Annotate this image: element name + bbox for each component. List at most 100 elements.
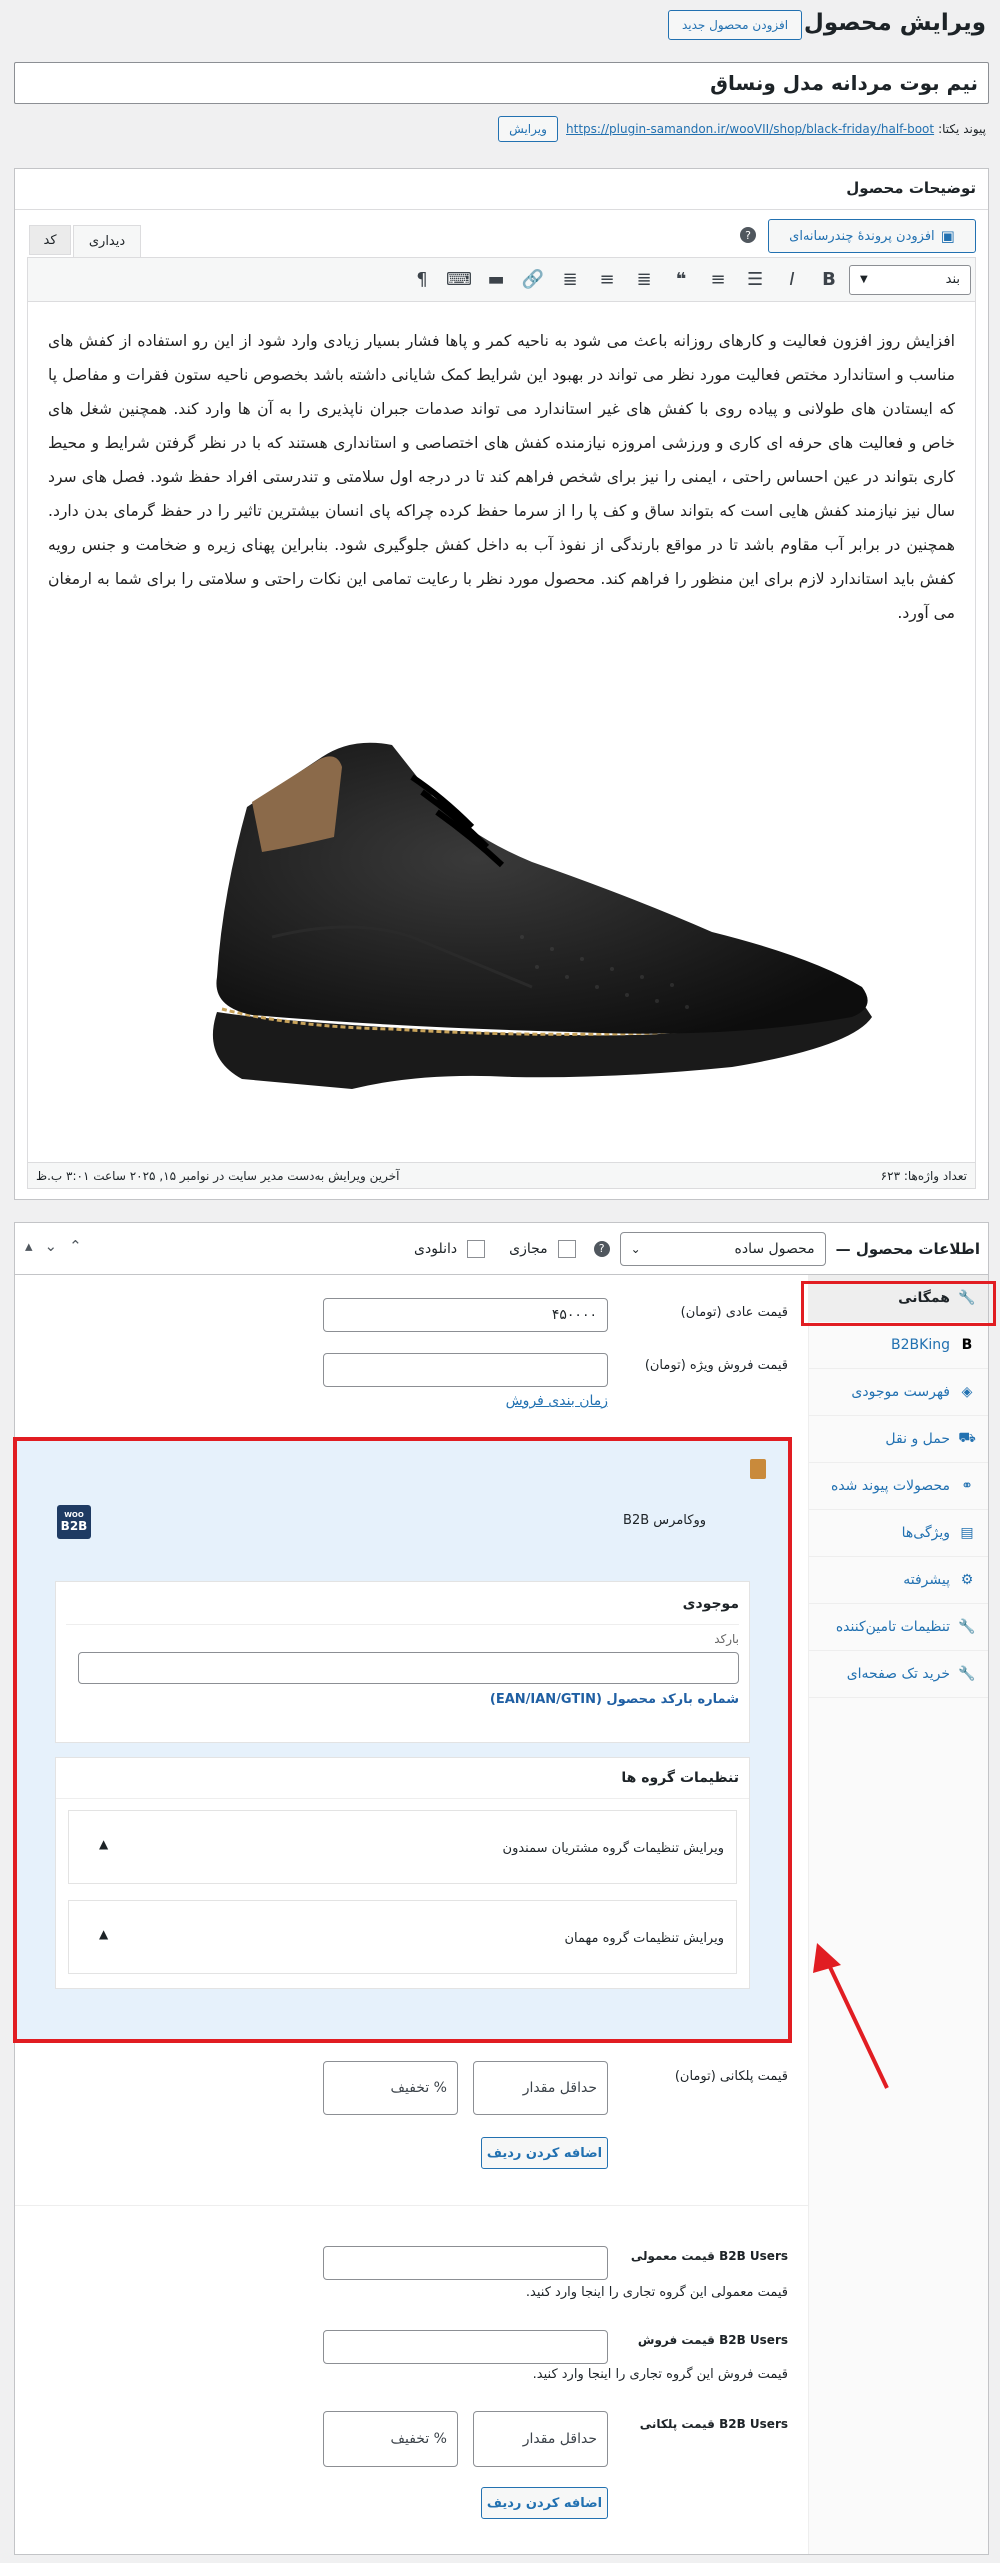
link-icon[interactable]: 🔗 [516,263,550,297]
description-heading: توضیحات محصول [846,179,976,197]
tab-label: B2BKing [891,1337,950,1353]
b2b-tiered-label: B2B Users قیمت پلکانی [639,2417,788,2431]
numbered-list-icon[interactable]: ≡ [701,263,735,297]
tab-label: محصولات پیوند شده [831,1478,950,1494]
tab-1[interactable]: B B2BKing [809,1322,988,1369]
product-data-header: اطلاعات محصول — محصول ساده ⌄ ? مجازی دان… [15,1223,988,1275]
editor-content[interactable]: افزایش روز افزون فعالیت و کارهای روزانه … [28,302,975,1162]
b2b-tiered-discount-input[interactable]: % تخفیف [323,2411,458,2467]
tab-6[interactable]: ⚙ پیشرفته [809,1557,988,1604]
product-image [92,687,912,1137]
product-data-tabs: 🔧 همگانی B B2BKing ◈ فهرست موجودی ⛟ حمل و نقل ⚭ م… [808,1275,988,2554]
tab-2[interactable]: ◈ فهرست موجودی [809,1369,988,1416]
groups-heading: تنظیمات گروه ها [621,1770,739,1786]
tab-label: حمل و نقل [885,1431,950,1447]
align-right-icon[interactable]: ≣ [553,263,587,297]
b2b-tiered-min-qty-input[interactable]: حداقل مقدار [473,2411,608,2467]
last-edit-info: آخرین ویرایش به‌دست مدیر سایت در نوامبر … [36,1168,400,1183]
media-icon: ▣ [940,227,955,245]
b2b-regular-price-help: قیمت معمولی این گروه تجاری را اینجا وارد… [525,2285,788,2300]
downloadable-label: دانلودی [414,1240,458,1257]
collapse-triangle-icon[interactable]: ▲ [99,1837,108,1851]
schedule-sale-link[interactable]: زمان بندی فروش [506,1393,608,1409]
tab-label: خرید تک صفحه‌ای [846,1666,950,1682]
gear-icon: ⚙ [960,1572,974,1588]
permalink-label: پیوند یکتا: [938,122,986,136]
collapse-triangle-icon[interactable]: ▲ [99,1927,108,1941]
tab-label: پیشرفته [903,1572,950,1588]
word-count: تعداد واژه‌ها: ۶۲۳ [880,1168,967,1183]
rtl-direction-icon[interactable]: ¶ [405,263,439,297]
b2b-regular-price-input[interactable] [323,2246,608,2280]
editor-toolbar: بند ▼ B I ☰ ≡ ❝ ≣ ≡ ≣ 🔗 ▬ ⌨ ¶ [28,258,975,302]
virtual-label: مجازی [509,1240,548,1257]
blockquote-icon[interactable]: ❝ [664,263,698,297]
group-accordion-1-label: ویرایش تنظیمات گروه مشتریان سمندون [502,1841,724,1856]
regular-price-value: ۴۵۰۰۰۰ [551,1307,597,1323]
product-title-input[interactable]: نیم بوت مردانه مدل ونساق [14,62,989,104]
virtual-checkbox[interactable] [557,1239,576,1258]
chevron-down-icon[interactable]: ⌄ [45,1237,58,1255]
tiered-discount-placeholder: % تخفیف [390,2080,448,2096]
product-data-heading: اطلاعات محصول — [835,1239,980,1258]
description-text: افزایش روز افزون فعالیت و کارهای روزانه … [48,332,955,622]
group-accordion-1[interactable]: ویرایش تنظیمات گروه مشتریان سمندون ▲ [68,1810,737,1884]
permalink-edit-button[interactable]: ویرایش [498,116,559,142]
add-new-product-button[interactable]: افزودن محصول جدید [668,10,802,40]
bullet-list-icon[interactable]: ☰ [738,263,772,297]
product-type-select[interactable]: محصول ساده ⌄ [619,1231,826,1266]
chevron-up-icon[interactable]: ⌃ [69,1237,82,1255]
tiered-add-row-button[interactable]: اضافه کردن ردیف [481,2137,608,2169]
italic-icon[interactable]: I [775,263,809,297]
align-left-icon[interactable]: ≣ [627,263,661,297]
b2b-tiered-min-qty-placeholder: حداقل مقدار [522,2431,597,2447]
b2b-clipboard-icon [750,1459,766,1479]
tab-code[interactable]: کد [29,225,71,255]
tab-7[interactable]: 🔧 تنظیمات تامین‌کننده [809,1604,988,1651]
b2bking-icon: B [961,1337,973,1353]
list-icon: ▤ [960,1525,974,1541]
b2b-title: ووکامرس B2B [623,1513,706,1528]
barcode-help: شماره بارکد محصول (EAN/IAN/GTIN) [489,1692,739,1707]
b2b-tiered-add-row-button[interactable]: اضافه کردن ردیف [481,2487,608,2519]
keyboard-icon[interactable]: ⌨ [442,263,476,297]
sale-price-input[interactable] [323,1353,608,1387]
b2b-sale-price-label: B2B Users قیمت فروش [637,2333,788,2347]
tiered-price-label: قیمت پلکانی (تومان) [674,2069,788,2084]
tiered-min-qty-placeholder: حداقل مقدار [522,2080,597,2096]
b2b-regular-price-label: B2B Users قیمت معمولی [630,2249,788,2263]
downloadable-checkbox[interactable] [467,1239,486,1258]
tag-icon: ◈ [961,1384,973,1400]
tab-4[interactable]: ⚭ محصولات پیوند شده [809,1463,988,1510]
barcode-input[interactable] [78,1652,739,1684]
help-icon[interactable]: ? [593,1240,610,1257]
tab-visual[interactable]: دیداری [73,225,141,257]
format-select[interactable]: بند ▼ [849,264,971,295]
tiered-discount-input[interactable]: % تخفیف [323,2061,458,2115]
regular-price-label: قیمت عادی (تومان) [680,1305,788,1320]
general-tab-highlight [801,1281,996,1326]
tab-8[interactable]: 🔧 خرید تک صفحه‌ای [809,1651,988,1698]
editor-frame: بند ▼ B I ☰ ≡ ❝ ≣ ≡ ≣ 🔗 ▬ ⌨ ¶ افزایش روز… [27,257,976,1189]
red-arrow-annotation [813,1943,889,2089]
b2b-highlight-frame: ووکامرس B2B WOO B2B موجودی بارکد شماره ب… [13,1437,792,2043]
shoe-illustration [212,742,872,1089]
bold-icon[interactable]: B [812,263,846,297]
permalink-url[interactable]: https://plugin-samandon.ir/wooVII/shop/b… [566,122,934,136]
b2b-sale-price-input[interactable] [323,2330,608,2364]
regular-price-input[interactable]: ۴۵۰۰۰۰ [323,1298,608,1332]
tab-3[interactable]: ⛟ حمل و نقل [809,1416,988,1463]
triangle-up-icon[interactable]: ▴ [25,1237,33,1255]
group-accordion-2-label: ویرایش تنظیمات گروه مهمان [564,1931,724,1946]
help-icon[interactable]: ? [740,227,756,243]
group-accordion-2[interactable]: ویرایش تنظیمات گروه مهمان ▲ [68,1900,737,1974]
product-data-panel: اطلاعات محصول — محصول ساده ⌄ ? مجازی دان… [13,1222,996,2555]
b2b-inventory-card: موجودی بارکد شماره بارکد محصول (EAN/IAN/… [55,1581,750,1743]
align-center-icon[interactable]: ≡ [590,263,624,297]
chevron-down-icon: ⌄ [630,1241,641,1256]
read-more-icon[interactable]: ▬ [479,263,513,297]
tab-5[interactable]: ▤ ویژگی‌ها [809,1510,988,1557]
panel-arrows: ⌃ ⌄ ▴ [25,1237,82,1255]
add-media-button[interactable]: ▣ افزودن پروندهٔ چندرسانه‌ای [768,219,976,253]
tiered-min-qty-input[interactable]: حداقل مقدار [473,2061,608,2115]
